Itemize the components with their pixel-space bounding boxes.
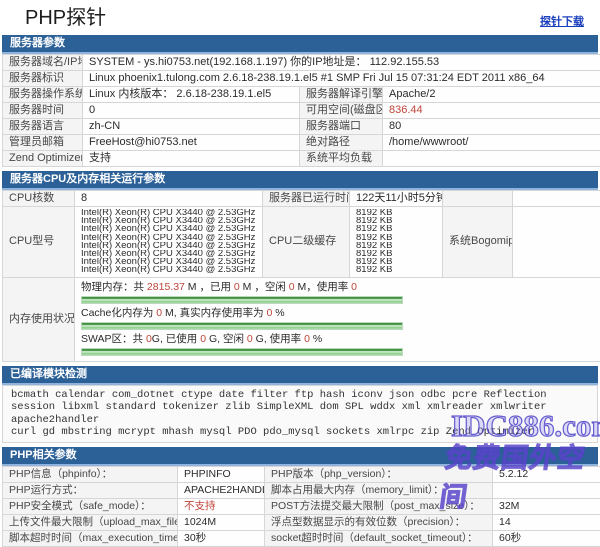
memory-usage-text: SWAP区：共 0G, 已使用 0 G, 空闲 0 G, 使用率 0 % [81,333,596,346]
table-row: 服务器域名/IP地址SYSTEM - ys.hi0753.net(192.168… [3,55,600,71]
field-label: PHP运行方式： [3,482,178,498]
section-modules: 已编译模块检测 bcmath calendar com_dotnet ctype… [2,366,598,443]
probe-download-link[interactable]: 探针下载 [540,13,584,29]
table-row: CPU核数8服务器已运行时间122天11小时5分钟 [3,191,600,207]
field-label: 服务器语言 [3,119,83,135]
field-label: 服务器已运行时间 [263,191,350,207]
field-value: 30秒 [178,530,265,546]
field-value: 60秒 [493,530,600,546]
cpu-model-list: Intel(R) Xeon(R) CPU X3440 @ 2.53GHzInte… [75,207,263,278]
field-label: POST方法提交最大限制（post_max_size）： [265,498,493,514]
field-value [513,191,600,207]
section-header-modules: 已编译模块检测 [2,366,598,385]
section-header-server: 服务器参数 [2,35,598,54]
field-label: 可用空间(磁盘区) [300,103,383,119]
modules-list: bcmath calendar com_dotnet ctype date fi… [2,385,598,443]
memory-usage-text: 物理内存：共 2815.37 M ，已用 0 M ，空闲 0 M，使用率 0 [81,281,596,294]
table-row: 服务器语言zh-CN服务器端口80 [3,119,600,135]
field-label: CPU二级缓存 [263,207,350,278]
table-row: 服务器操作系统Linux 内核版本： 2.6.18-238.19.1.el5服务… [3,87,600,103]
field-value: 1024M [178,514,265,530]
table-row: 内存使用状况物理内存：共 2815.37 M ，已用 0 M ，空闲 0 M，使… [3,277,600,361]
memory-usage-cell: 物理内存：共 2815.37 M ，已用 0 M ，空闲 0 M，使用率 0 Ca… [75,277,600,361]
field-label: PHP信息（phpinfo）： [3,466,178,482]
field-value: 8 [75,191,263,207]
field-label: 管理员邮箱 [3,135,83,151]
field-label: 服务器域名/IP地址 [3,55,83,71]
table-row: 服务器标识Linux phoenix1.tulong.com 2.6.18-23… [3,71,600,87]
field-label: 脚本超时时间（max_execution_time）： [3,530,178,546]
field-label: 服务器标识 [3,71,83,87]
modules-line: bcmath calendar com_dotnet ctype date fi… [11,389,589,402]
field-value: 支持 [83,151,300,167]
field-label: 服务器解译引擎 [300,87,383,103]
field-label: CPU型号 [3,207,75,278]
memory-usage-text: Cache化内存为 0 M, 真实内存使用率为 0 % [81,307,596,320]
field-value: 122天11小时5分钟 [350,191,443,207]
field-value [513,207,600,278]
server-params-table: 服务器域名/IP地址SYSTEM - ys.hi0753.net(192.168… [2,54,600,167]
field-value: 80 [383,119,600,135]
section-header-cpu: 服务器CPU及内存相关运行参数 [2,171,598,190]
field-value: Linux phoenix1.tulong.com 2.6.18-238.19.… [83,71,600,87]
memory-usage-bar [81,296,403,304]
table-row: 服务器时间0可用空间(磁盘区)836.44 [3,103,600,119]
top-header: PHP探针 探针下载 [0,0,600,35]
field-value: 5.2.12 [493,466,600,482]
field-value: PHPINFO [178,466,265,482]
section-php-params: PHP相关参数 PHP信息（phpinfo）：PHPINFOPHP版本（php_… [2,447,598,547]
table-row: 上传文件最大限制（upload_max_filesize）：1024M浮点型数据… [3,514,600,530]
field-value: 836.44 [383,103,600,119]
field-label: CPU核数 [3,191,75,207]
field-label: 上传文件最大限制（upload_max_filesize）： [3,514,178,530]
field-value: Linux 内核版本： 2.6.18-238.19.1.el5 [83,87,300,103]
table-row: Zend Optimizer支持系统平均负载 [3,151,600,167]
field-label: 浮点型数据显示的有效位数（precision）： [265,514,493,530]
table-row: CPU型号Intel(R) Xeon(R) CPU X3440 @ 2.53GH… [3,207,600,278]
modules-line: session libxml standard tokenizer zlib S… [11,401,589,426]
field-label: socket超时时间（default_socket_timeout）： [265,530,493,546]
cpu-cache-list: 8192 KB8192 KB8192 KB8192 KB8192 KB8192 … [350,207,443,278]
field-label: 系统Bogomips [443,207,513,278]
field-label: 系统平均负载 [300,151,383,167]
table-row: 管理员邮箱FreeHost@hi0753.net绝对路径/home/wwwroo… [3,135,600,151]
field-label: 服务器端口 [300,119,383,135]
field-label: 服务器操作系统 [3,87,83,103]
field-value: SYSTEM - ys.hi0753.net(192.168.1.197) 你的… [83,55,600,71]
field-label: 绝对路径 [300,135,383,151]
table-row: 脚本超时时间（max_execution_time）：30秒socket超时时间… [3,530,600,546]
field-value: 不支持 [178,498,265,514]
field-value: APACHE2HANDLER [178,482,265,498]
field-value [493,482,600,498]
cpu-memory-table: CPU核数8服务器已运行时间122天11小时5分钟CPU型号Intel(R) X… [2,190,600,362]
field-label: 脚本占用最大内存（memory_limit）： [265,482,493,498]
memory-usage-bar [81,348,403,356]
field-value: FreeHost@hi0753.net [83,135,300,151]
field-value: 32M [493,498,600,514]
php-params-table: PHP信息（phpinfo）：PHPINFOPHP版本（php_version）… [2,466,600,547]
page-title: PHP探针 [25,7,106,29]
field-label: PHP版本（php_version）： [265,466,493,482]
field-value [383,151,600,167]
section-cpu-memory: 服务器CPU及内存相关运行参数 CPU核数8服务器已运行时间122天11小时5分… [2,171,598,362]
section-server-params: 服务器参数 服务器域名/IP地址SYSTEM - ys.hi0753.net(1… [2,35,598,167]
field-label: Zend Optimizer [3,151,83,167]
section-header-php: PHP相关参数 [2,447,598,466]
modules-line: curl gd mbstring mcrypt mhash mysql PDO … [11,426,589,439]
field-label [443,191,513,207]
field-label: PHP安全模式（safe_mode）： [3,498,178,514]
field-label: 服务器时间 [3,103,83,119]
memory-usage-bar [81,322,403,330]
field-value: Apache/2 [383,87,600,103]
field-value: /home/wwwroot/ [383,135,600,151]
table-row: PHP信息（phpinfo）：PHPINFOPHP版本（php_version）… [3,466,600,482]
field-value: zh-CN [83,119,300,135]
field-value: 0 [83,103,300,119]
field-label: 内存使用状况 [3,277,75,361]
table-row: PHP安全模式（safe_mode）：不支持POST方法提交最大限制（post_… [3,498,600,514]
table-row: PHP运行方式：APACHE2HANDLER脚本占用最大内存（memory_li… [3,482,600,498]
field-value: 14 [493,514,600,530]
